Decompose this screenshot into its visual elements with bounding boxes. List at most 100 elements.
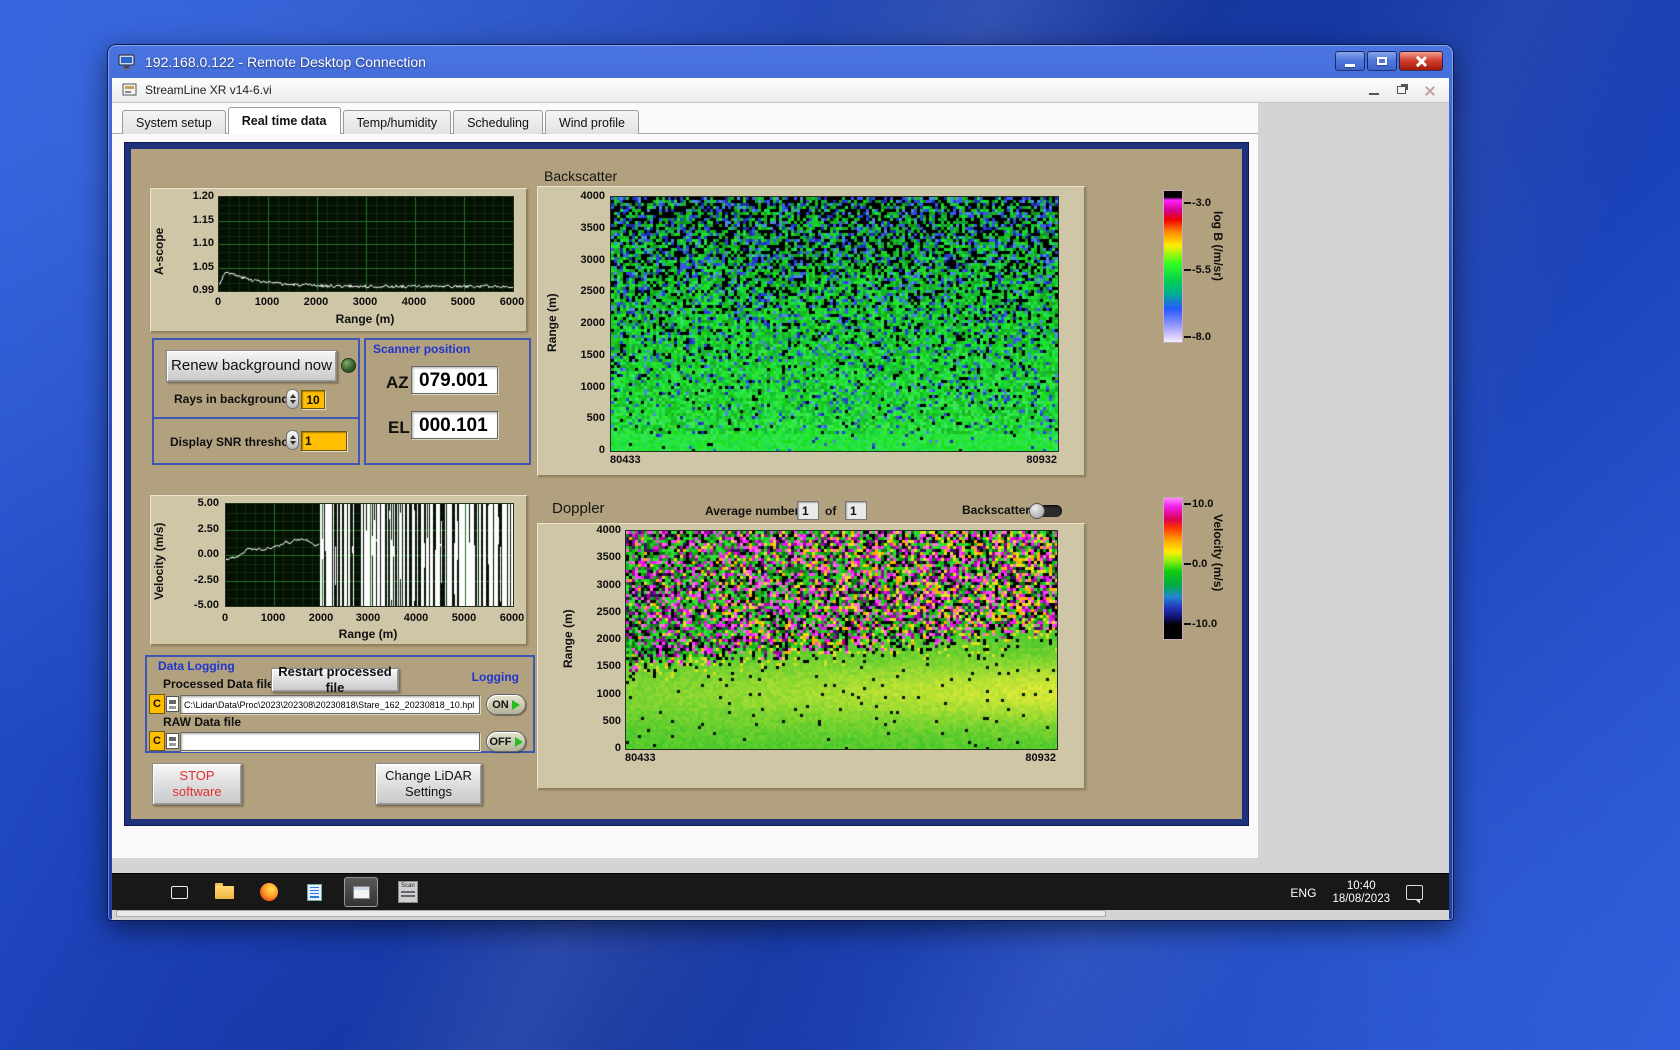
- streamline-app-taskbar-button[interactable]: [344, 877, 378, 907]
- el-value-field[interactable]: 000.101: [411, 411, 498, 439]
- snr-threshold-label: Display SNR threshold: [170, 435, 300, 449]
- horizontal-scrollbar[interactable]: [116, 910, 1106, 917]
- y-tick: 2500: [580, 285, 605, 297]
- raw-drive-box[interactable]: C: [149, 731, 165, 751]
- rdp-titlebar[interactable]: 192.168.0.122 - Remote Desktop Connectio…: [108, 45, 1453, 78]
- y-tick: 500: [586, 412, 605, 424]
- x-tick: 3000: [352, 296, 378, 308]
- change-lidar-settings-button[interactable]: Change LiDAR Settings: [375, 763, 482, 805]
- renew-background-button[interactable]: Renew background now: [166, 350, 337, 382]
- rdp-computer-icon: [118, 54, 135, 69]
- data-logging-box: Data Logging Processed Data file Restart…: [145, 655, 535, 753]
- y-tick: -5.00: [193, 599, 219, 611]
- rdp-window-title: 192.168.0.122 - Remote Desktop Connectio…: [145, 53, 426, 70]
- file-explorer-button[interactable]: [209, 877, 239, 907]
- y-tick: 2000: [596, 633, 621, 645]
- x-tick: 0: [221, 612, 229, 624]
- close-icon: [1415, 55, 1427, 67]
- colorbar-tick: 10.0: [1192, 498, 1214, 510]
- rays-value-field[interactable]: 10: [301, 390, 325, 409]
- firefox-button[interactable]: [254, 877, 284, 907]
- rdp-maximize-button[interactable]: [1367, 51, 1397, 71]
- rays-spinner[interactable]: [286, 389, 299, 409]
- scan-scheduler-button[interactable]: Scan: [393, 877, 423, 907]
- az-value-field[interactable]: 079.001: [411, 366, 498, 394]
- toggle-knob: [1029, 503, 1045, 519]
- y-tick: 4000: [580, 190, 605, 202]
- doppler-title: Doppler: [552, 500, 605, 517]
- backscatter-ylabel: Range (m): [545, 293, 559, 353]
- raw-path-field[interactable]: [180, 732, 480, 751]
- raw-logging-off-button[interactable]: OFF: [486, 731, 526, 752]
- rdp-minimize-button[interactable]: [1335, 51, 1365, 71]
- velocity-ylabel: Velocity (m/s): [152, 522, 166, 600]
- change-line2: Settings: [405, 784, 452, 799]
- rdp-window: 192.168.0.122 - Remote Desktop Connectio…: [108, 45, 1453, 920]
- raw-browse-icon[interactable]: [166, 733, 179, 749]
- backscatter-doppler-toggle[interactable]: [1029, 503, 1062, 519]
- on-led-arrow-icon: [511, 699, 520, 710]
- doppler-colorbar-label: Velocity (m/s): [1211, 514, 1225, 592]
- processed-drive-box[interactable]: C: [149, 694, 165, 714]
- average-number-label: Average number: [705, 504, 800, 518]
- y-tick: 0: [614, 742, 621, 754]
- stop-line2: software: [172, 784, 222, 799]
- ascope-ylabel: A-scope: [152, 227, 166, 275]
- y-tick: 1500: [580, 349, 605, 361]
- notepad-app-button[interactable]: [299, 877, 329, 907]
- task-view-icon: [170, 885, 188, 899]
- notification-center-icon[interactable]: [1406, 885, 1423, 904]
- document-icon: [306, 883, 322, 901]
- average-total-field[interactable]: 1: [845, 501, 867, 520]
- y-tick: 1.20: [192, 190, 214, 202]
- colorbar-tick-mark: [1184, 623, 1191, 625]
- x-tick: 2000: [308, 612, 334, 624]
- backscatter-heatmap: [610, 196, 1059, 452]
- on-label: ON: [492, 698, 509, 711]
- ascope-xlabel: Range (m): [335, 312, 395, 326]
- average-number-field[interactable]: 1: [797, 501, 819, 520]
- processed-logging-on-button[interactable]: ON: [486, 694, 526, 715]
- tab-wind-profile[interactable]: Wind profile: [544, 110, 639, 134]
- y-tick: 1.05: [192, 261, 214, 273]
- backscatter-colorbar-label: log B (/m/sr): [1211, 211, 1225, 282]
- colorbar-tick: -3.0: [1192, 197, 1211, 209]
- colorbar-tick-mark: [1184, 336, 1191, 338]
- stop-software-button[interactable]: STOP software: [152, 763, 242, 805]
- tab-scheduling[interactable]: Scheduling: [453, 110, 543, 134]
- raw-data-file-label: RAW Data file: [163, 715, 242, 729]
- vi-app-icon: [122, 83, 137, 96]
- x-tick: 3000: [355, 612, 381, 624]
- colorbar-tick: 0.0: [1192, 558, 1208, 570]
- x-tick: 80932: [1026, 454, 1057, 466]
- tab-real-time-data[interactable]: Real time data: [227, 107, 341, 134]
- x-tick: 0: [214, 296, 222, 308]
- y-tick: 1000: [596, 688, 621, 700]
- processed-data-file-label: Processed Data file: [163, 677, 274, 691]
- az-label: AZ: [386, 373, 409, 392]
- snr-spinner[interactable]: [286, 430, 299, 450]
- y-tick: 3500: [596, 551, 621, 563]
- restart-processed-file-button[interactable]: Restart processed file: [271, 664, 399, 695]
- app-close-button[interactable]: [1424, 85, 1435, 96]
- velocity-plot: [225, 503, 514, 607]
- rdp-close-button[interactable]: [1399, 51, 1443, 71]
- tab-system-setup[interactable]: System setup: [122, 110, 226, 134]
- taskbar-clock[interactable]: 10:40 18/08/2023: [1332, 880, 1390, 906]
- tab-temp-humidity[interactable]: Temp/humidity: [342, 110, 452, 134]
- app-restore-button[interactable]: [1397, 86, 1406, 94]
- processed-browse-icon[interactable]: [166, 696, 179, 712]
- remote-taskbar: Scan ENG 10:40 18/08/2023: [112, 873, 1449, 910]
- y-tick: 4000: [596, 524, 621, 536]
- stop-line1: STOP: [179, 767, 215, 783]
- language-indicator[interactable]: ENG: [1290, 886, 1316, 900]
- app-titlebar[interactable]: StreamLine XR v14-6.vi: [112, 78, 1449, 103]
- app-minimize-button[interactable]: [1369, 93, 1379, 95]
- clock-time: 10:40: [1346, 879, 1376, 892]
- clock-date: 18/08/2023: [1332, 892, 1390, 905]
- colorbar-tick: -8.0: [1192, 331, 1211, 343]
- processed-path-field[interactable]: C:\Lidar\Data\Proc\2023\202308\20230818\…: [180, 695, 480, 714]
- task-view-button[interactable]: [164, 877, 194, 907]
- snr-control-box: Display SNR threshold 1: [152, 417, 360, 465]
- snr-value-field[interactable]: 1: [301, 431, 347, 451]
